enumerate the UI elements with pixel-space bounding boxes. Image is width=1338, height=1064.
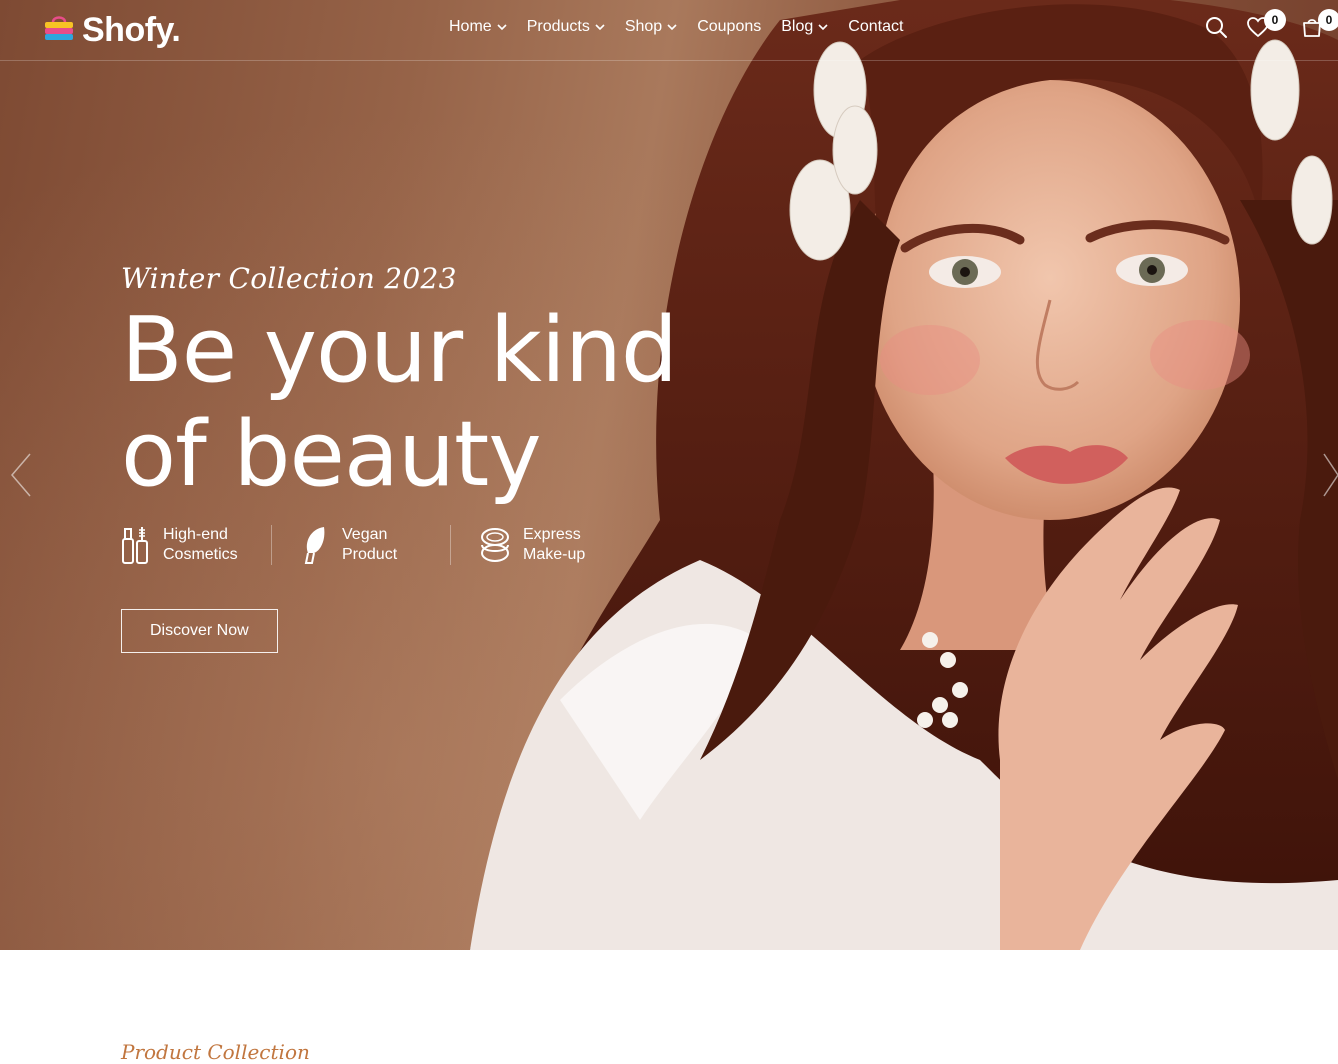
nav-shop[interactable]: Shop <box>625 18 677 36</box>
nav-products-label: Products <box>526 18 590 35</box>
wishlist-button[interactable]: 0 <box>1244 9 1286 42</box>
hero-title: Be your kind of beauty <box>121 299 721 507</box>
nav-blog[interactable]: Blog <box>781 18 828 36</box>
hero-content: Winter Collection 2023 Be your kind of b… <box>121 262 721 653</box>
nav-shop-label: Shop <box>624 18 663 35</box>
nav-products[interactable]: Products <box>527 18 605 36</box>
hero-features: High-end Cosmetics Vegan Product Express… <box>121 525 721 565</box>
hero-slider: Shofy. Home Products Shop Coupons Blog C… <box>0 0 1338 950</box>
section-heading: Product Collection <box>121 1040 310 1064</box>
main-nav: Home Products Shop Coupons Blog Contact <box>449 18 903 36</box>
feature-label: High-end Cosmetics <box>163 525 243 565</box>
nav-contact-label: Contact <box>848 18 904 35</box>
feature-express-makeup: Express Make-up <box>450 525 631 565</box>
header-actions: 0 0 <box>1202 9 1338 42</box>
cosmetics-icon <box>122 527 148 564</box>
brand-name: Shofy. <box>82 10 181 49</box>
nav-home[interactable]: Home <box>449 18 507 36</box>
feature-line: Make-up <box>523 546 586 563</box>
discover-now-button[interactable]: Discover Now <box>121 609 278 653</box>
makeup-compact-icon <box>481 528 509 562</box>
feature-label: Express Make-up <box>523 525 603 565</box>
cart-count-badge: 0 <box>1318 9 1338 31</box>
slider-prev-arrow-icon[interactable] <box>8 452 34 498</box>
brand-logo[interactable]: Shofy. <box>42 10 181 50</box>
cart-button[interactable]: 0 <box>1298 9 1338 42</box>
feature-line: High-end <box>163 526 228 543</box>
hero-title-line2: of beauty <box>121 402 542 507</box>
feature-label: Vegan Product <box>342 525 422 565</box>
wishlist-count-badge: 0 <box>1264 9 1286 31</box>
chevron-down-icon <box>497 24 507 31</box>
nav-blog-label: Blog <box>781 18 814 35</box>
nav-coupons-label: Coupons <box>697 18 762 35</box>
site-header: Shofy. Home Products Shop Coupons Blog C… <box>0 0 1338 61</box>
nav-contact[interactable]: Contact <box>848 18 903 36</box>
chevron-down-icon <box>667 24 677 31</box>
chevron-down-icon <box>595 24 605 31</box>
slider-next-arrow-icon[interactable] <box>1320 452 1338 498</box>
hero-title-line1: Be your kind <box>121 298 678 403</box>
feature-high-end-cosmetics: High-end Cosmetics <box>121 525 271 565</box>
nav-home-label: Home <box>449 18 492 35</box>
shopping-bag-logo-icon <box>45 16 73 40</box>
search-button[interactable] <box>1202 12 1230 42</box>
feature-line: Vegan <box>342 526 388 543</box>
hero-subtitle: Winter Collection 2023 <box>121 262 457 295</box>
nav-coupons[interactable]: Coupons <box>697 18 761 36</box>
vegan-product-icon <box>304 527 325 564</box>
chevron-down-icon <box>818 24 828 31</box>
search-icon <box>1206 17 1227 38</box>
feature-line: Product <box>342 546 398 563</box>
feature-line: Express <box>523 526 581 543</box>
feature-line: Cosmetics <box>163 546 238 563</box>
feature-vegan-product: Vegan Product <box>271 525 450 565</box>
